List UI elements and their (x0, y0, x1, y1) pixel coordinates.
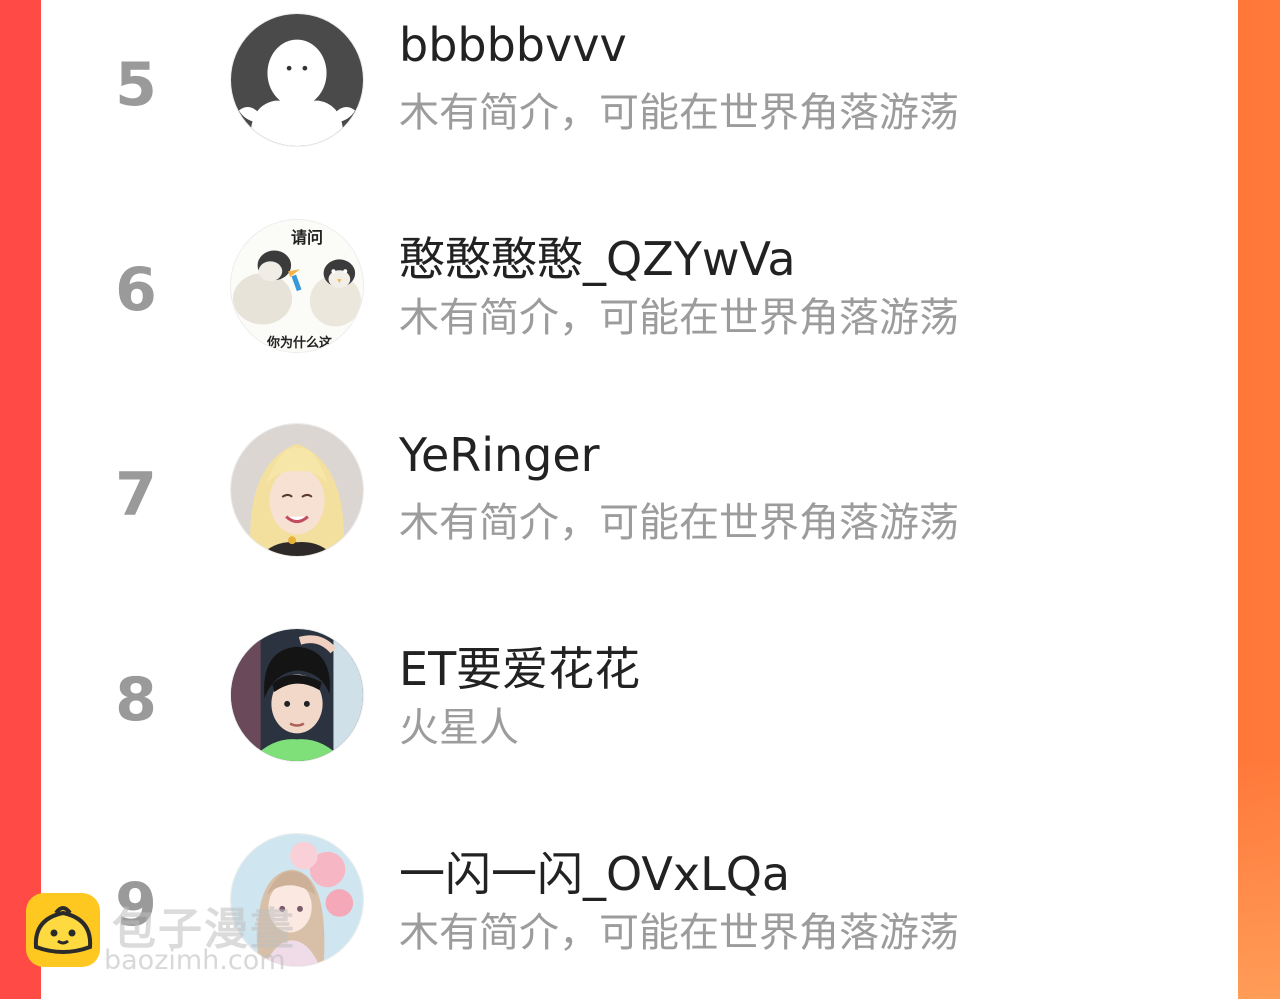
rank-number: 8 (115, 665, 157, 735)
avatar-caption-bottom: 你为什么这 (267, 336, 333, 351)
frame-glow (1238, 760, 1280, 999)
boy-photo-avatar[interactable] (230, 628, 364, 762)
rank-number: 5 (115, 50, 157, 120)
user-bio: 木有简介，可能在世界角落游荡 (399, 910, 959, 956)
rank-number: 6 (115, 255, 157, 325)
avatar-caption-top: 请问 (291, 228, 324, 247)
ranking-row-8[interactable]: 8 ET要爱花花 火星人 (41, 615, 1238, 820)
user-bio: 木有简介，可能在世界角落游荡 (399, 500, 959, 546)
watermark-url: baozimh.com (104, 945, 286, 976)
user-bio: 火星人 (399, 705, 519, 751)
ranking-page-frame: 5 bbbbbvvv 木有简介，可能在世界角落游荡 6 请问 你为什么这 憨憨憨… (0, 0, 1280, 999)
user-bio: 木有简介，可能在世界角落游荡 (399, 90, 959, 136)
site-watermark: 包子漫畫 baozimh.com (26, 893, 326, 983)
user-name[interactable]: 憨憨憨憨_QZYwVa (399, 223, 796, 289)
bun-mascot-icon (26, 893, 100, 967)
user-bio: 木有简介，可能在世界角落游荡 (399, 295, 959, 341)
user-name[interactable]: ET要爱花花 (399, 633, 640, 699)
penguin-meme-avatar[interactable]: 请问 你为什么这 (230, 219, 364, 353)
blonde-girl-photo-avatar[interactable] (230, 423, 364, 557)
user-name[interactable]: 一闪一闪_OVxLQa (399, 838, 790, 904)
ranking-row-7[interactable]: 7 YeRinger 木有简介，可能在世界角落游荡 (41, 410, 1238, 615)
rank-number: 7 (115, 460, 157, 530)
user-name[interactable]: YeRinger (399, 428, 600, 482)
user-name[interactable]: bbbbbvvv (399, 18, 627, 72)
ranking-row-5[interactable]: 5 bbbbbvvv 木有简介，可能在世界角落游荡 (41, 0, 1238, 205)
ranking-list-panel: 5 bbbbbvvv 木有简介，可能在世界角落游荡 6 请问 你为什么这 憨憨憨… (41, 0, 1238, 999)
default-user-silhouette-icon[interactable] (230, 13, 364, 147)
ranking-row-6[interactable]: 6 请问 你为什么这 憨憨憨憨_QZYwVa 木有简介，可能在世界角落游荡 (41, 205, 1238, 410)
